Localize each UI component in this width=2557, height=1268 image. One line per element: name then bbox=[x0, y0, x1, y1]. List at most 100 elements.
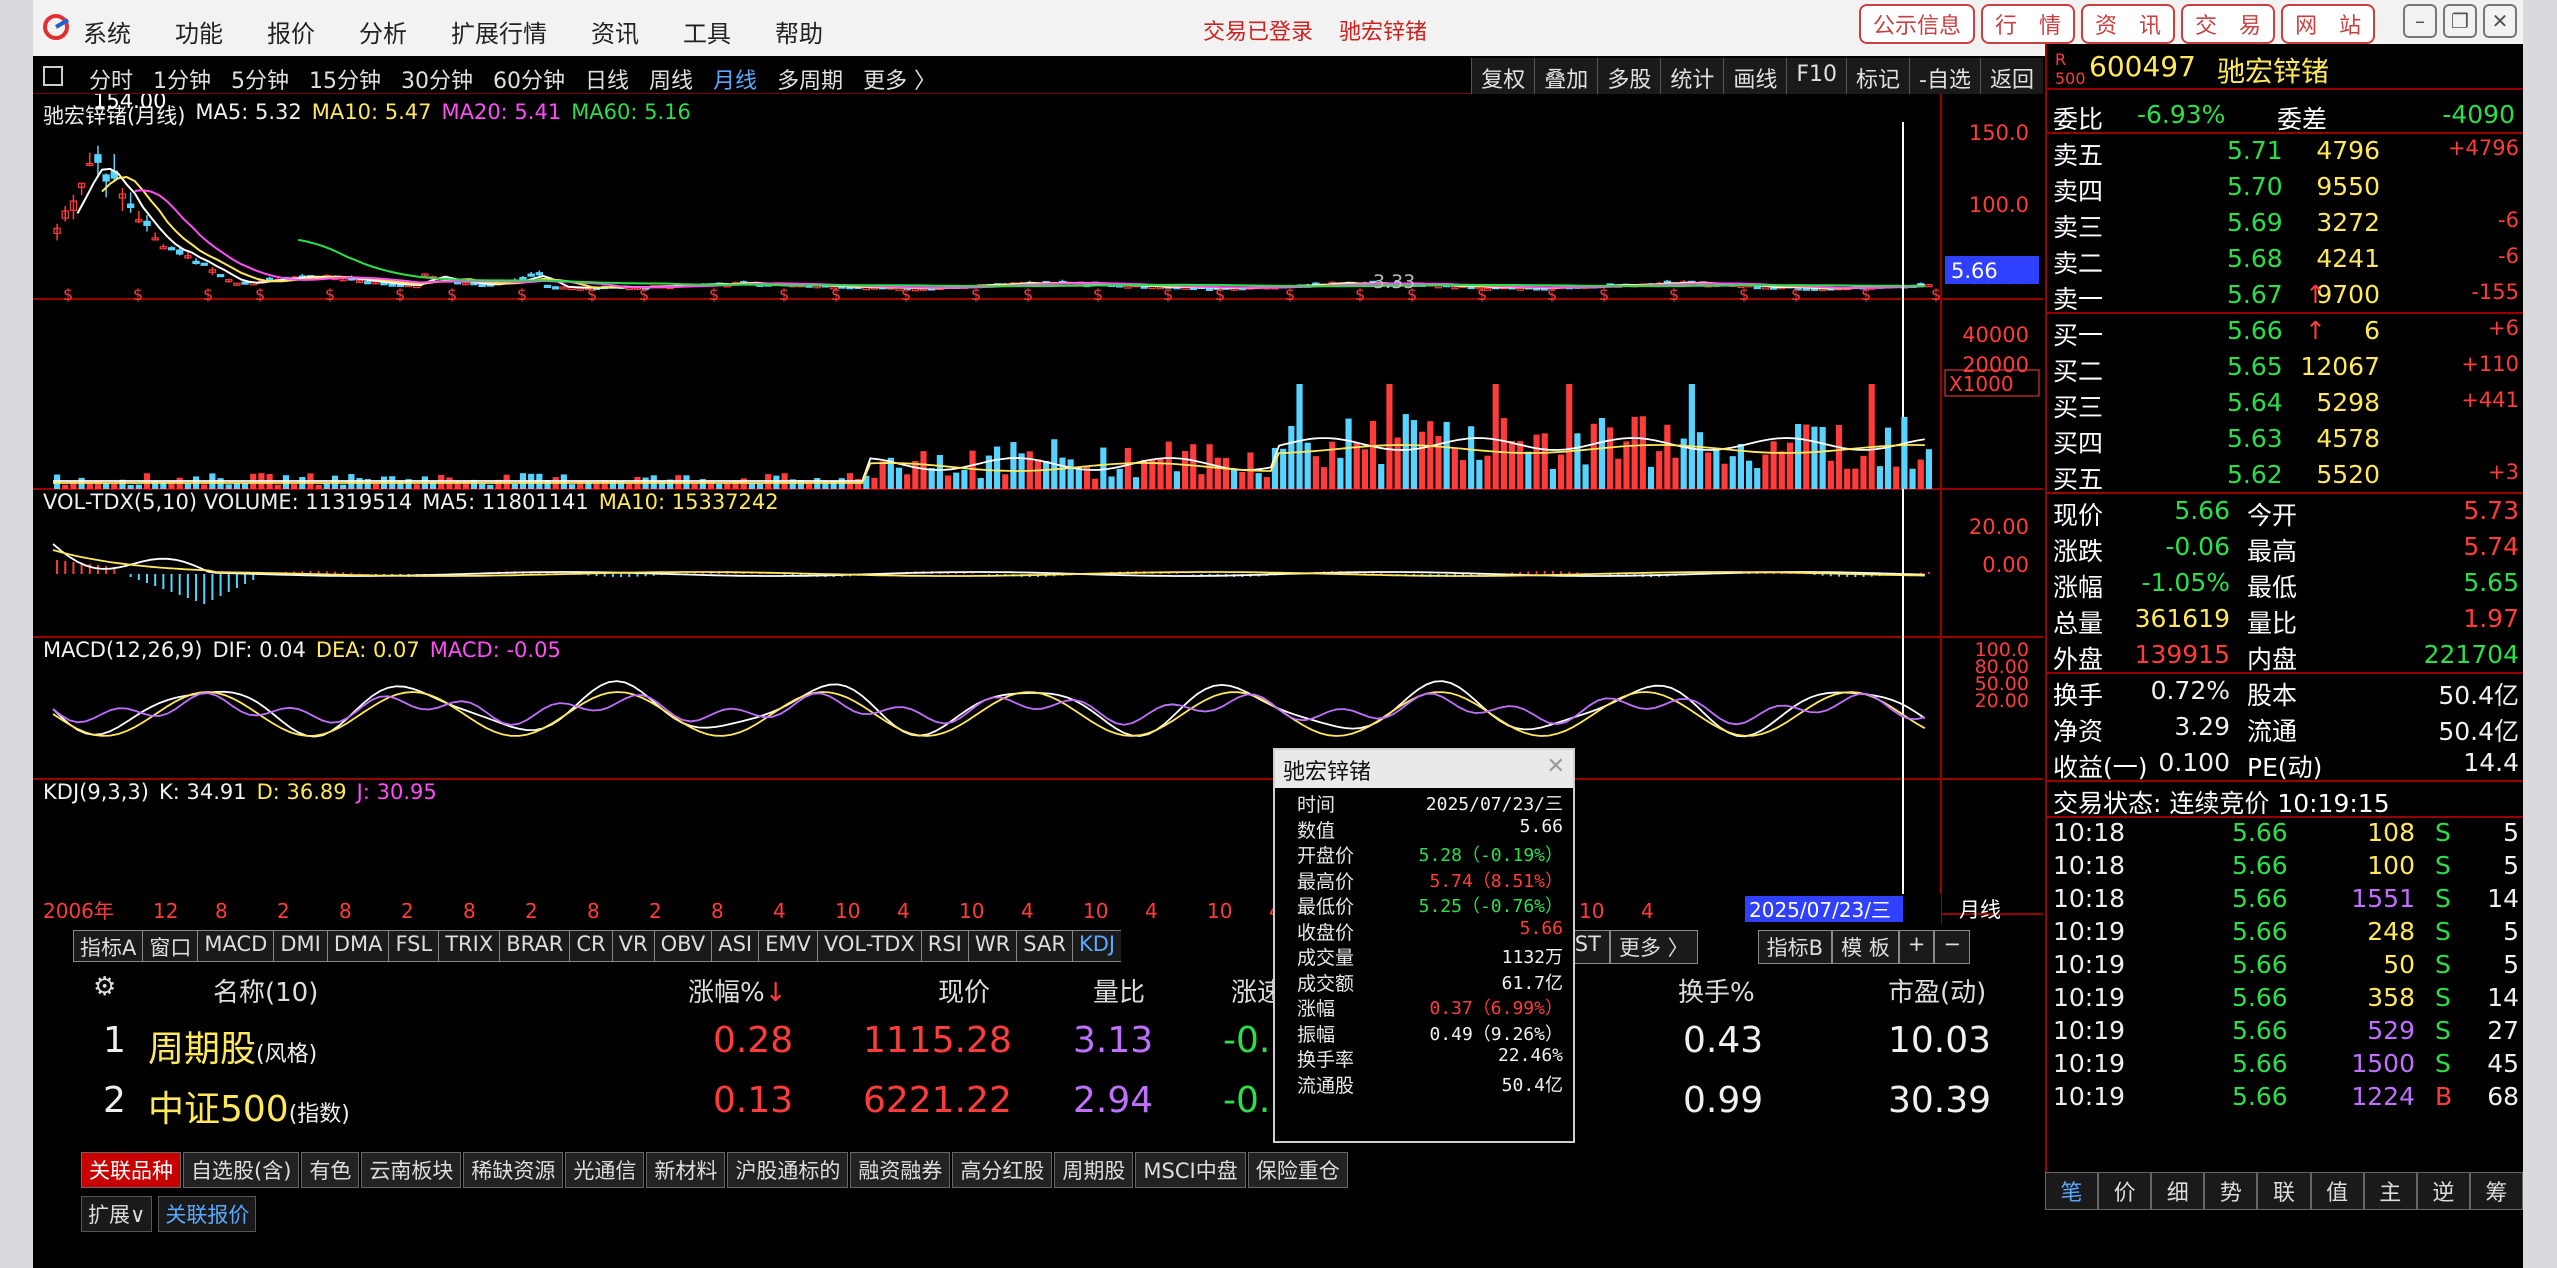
title-tab[interactable]: 行 情 bbox=[1981, 4, 2076, 44]
title-tab[interactable]: 公示信息 bbox=[1859, 4, 1976, 44]
tick-row[interactable]: 10:19 5.66 529 S 27 bbox=[2047, 1014, 2523, 1047]
chart-tool-button[interactable]: 标记 bbox=[1846, 58, 1910, 94]
tick-row[interactable]: 10:18 5.66 1551 S 14 bbox=[2047, 882, 2523, 915]
sector-tab[interactable]: 有色 bbox=[301, 1152, 360, 1188]
menu-item[interactable]: 资讯 bbox=[591, 14, 639, 49]
kline-chart-area[interactable]: 154.00 3.33 $ $ $ $ $ $ $ $ $ $ $ $ $ $ $ $ $ $ $ $ $ $ $ $ $ $ $ $ $ $… bbox=[33, 94, 2043, 924]
indicator-b-tab[interactable]: − bbox=[1934, 930, 1970, 964]
indicator-tab[interactable]: RSI bbox=[920, 930, 968, 962]
menu-item[interactable]: 报价 bbox=[267, 14, 315, 49]
indicator-tab[interactable]: 窗口 bbox=[142, 930, 198, 962]
quote-tab[interactable]: 筹 bbox=[2469, 1172, 2523, 1210]
sector-tab[interactable]: 高分红股 bbox=[952, 1152, 1053, 1188]
indicator-tab[interactable]: DMA bbox=[326, 930, 389, 962]
layout-toggle-icon[interactable] bbox=[43, 66, 63, 86]
indicator-tab[interactable]: VOL-TDX bbox=[816, 930, 921, 962]
tick-row[interactable]: 10:19 5.66 1500 S 45 bbox=[2047, 1047, 2523, 1080]
indicator-tab[interactable]: FSL bbox=[388, 930, 439, 962]
related-row[interactable]: 1 周期股(风格) 0.28 1115.28 3.13 -0.1 0.43 10.03 bbox=[73, 1012, 2043, 1072]
period-tab[interactable]: 更多 〉 bbox=[863, 63, 936, 95]
period-tab[interactable]: 15分钟 bbox=[309, 63, 381, 95]
title-tab[interactable]: 资 讯 bbox=[2081, 4, 2176, 44]
indicator-tab[interactable]: TRIX bbox=[438, 930, 500, 962]
menu-item[interactable]: 帮助 bbox=[775, 14, 823, 49]
col-pe[interactable]: 市盈(动) bbox=[1888, 972, 1986, 1009]
quote-tab[interactable]: 联 bbox=[2257, 1172, 2311, 1210]
sector-tab[interactable]: 周期股 bbox=[1054, 1152, 1134, 1188]
bottom-bar-button[interactable]: 关联报价 bbox=[158, 1196, 257, 1232]
popup-title-bar[interactable]: 驰宏锌锗 ✕ bbox=[1275, 750, 1573, 788]
col-name[interactable]: 名称(10) bbox=[213, 972, 318, 1009]
chart-tool-button[interactable]: -自选 bbox=[1909, 58, 1980, 94]
menu-item[interactable]: 扩展行情 bbox=[451, 14, 547, 49]
col-vol-ratio[interactable]: 量比 bbox=[1093, 972, 1145, 1009]
chart-tool-button[interactable]: 复权 bbox=[1471, 58, 1535, 94]
chart-tool-button[interactable]: 叠加 bbox=[1534, 58, 1598, 94]
quote-tab[interactable]: 细 bbox=[2151, 1172, 2205, 1210]
indicator-tab[interactable]: DMI bbox=[273, 930, 327, 962]
period-tab[interactable]: 1分钟 bbox=[153, 63, 211, 95]
period-tab[interactable]: 日线 bbox=[585, 63, 629, 95]
quote-tab[interactable]: 值 bbox=[2310, 1172, 2364, 1210]
sector-tab[interactable]: 沪股通标的 bbox=[727, 1152, 849, 1188]
indicator-tab[interactable]: BRAR bbox=[499, 930, 570, 962]
indicator-tab[interactable]: KDJ bbox=[1071, 930, 1122, 962]
popup-close-icon[interactable]: ✕ bbox=[1547, 754, 1565, 779]
menu-item[interactable]: 系统 bbox=[83, 14, 131, 49]
col-turnover[interactable]: 换手% bbox=[1678, 972, 1755, 1009]
tick-row[interactable]: 10:18 5.66 108 S 5 bbox=[2047, 816, 2523, 849]
period-tab[interactable]: 月线 bbox=[713, 63, 757, 95]
indicator-tab[interactable]: WR bbox=[967, 930, 1017, 962]
indicator-tab[interactable]: SAR bbox=[1016, 930, 1072, 962]
period-tab[interactable]: 30分钟 bbox=[401, 63, 473, 95]
indicator-tab[interactable]: EMV bbox=[758, 930, 817, 962]
indicator-tab[interactable]: 更多 〉 bbox=[1609, 930, 1698, 964]
bottom-bar-button[interactable]: 扩展∨ bbox=[81, 1196, 153, 1232]
related-row[interactable]: 2 中证500(指数) 0.13 6221.22 2.94 -0.1 0.99 30.39 bbox=[73, 1072, 2043, 1132]
sector-tab[interactable]: 关联品种 bbox=[81, 1152, 181, 1188]
quote-tab[interactable]: 笔 bbox=[2045, 1172, 2099, 1210]
title-tab[interactable]: 交 易 bbox=[2181, 4, 2276, 44]
indicator-b-tab[interactable]: 模 板 bbox=[1832, 930, 1899, 964]
chart-tool-button[interactable]: 统计 bbox=[1660, 58, 1724, 94]
period-tab[interactable]: 周线 bbox=[649, 63, 693, 95]
indicator-tab[interactable]: CR bbox=[569, 930, 612, 962]
restore-icon[interactable]: ❐ bbox=[2443, 4, 2477, 38]
col-change-pct[interactable]: 涨幅%↓ bbox=[688, 972, 787, 1009]
col-price[interactable]: 现价 bbox=[938, 972, 990, 1009]
sector-tab[interactable]: 融资融券 bbox=[850, 1152, 951, 1188]
sector-tab[interactable]: 自选股(含) bbox=[183, 1152, 300, 1188]
tick-row[interactable]: 10:19 5.66 248 S 5 bbox=[2047, 915, 2523, 948]
quote-tab[interactable]: 主 bbox=[2363, 1172, 2417, 1210]
indicator-tab[interactable]: ASI bbox=[711, 930, 759, 962]
sector-tab[interactable]: 光通信 bbox=[565, 1152, 645, 1188]
sector-tab[interactable]: 保险重仓 bbox=[1247, 1152, 1348, 1188]
quote-tab[interactable]: 逆 bbox=[2416, 1172, 2470, 1210]
period-tab[interactable]: 60分钟 bbox=[493, 63, 565, 95]
settings-gear-icon[interactable]: ⚙ bbox=[93, 972, 116, 1002]
sector-tab[interactable]: 新材料 bbox=[646, 1152, 726, 1188]
quote-tab[interactable]: 价 bbox=[2098, 1172, 2152, 1210]
tick-row[interactable]: 10:19 5.66 50 S 5 bbox=[2047, 948, 2523, 981]
indicator-b-tab[interactable]: 指标B bbox=[1757, 930, 1833, 964]
period-tab[interactable]: 分时 bbox=[89, 63, 133, 95]
indicator-tab[interactable]: 指标A bbox=[73, 930, 143, 962]
sector-tab[interactable]: 稀缺资源 bbox=[463, 1152, 564, 1188]
indicator-tab[interactable]: OBV bbox=[653, 930, 712, 962]
close-icon[interactable]: ✕ bbox=[2483, 4, 2517, 38]
menu-item[interactable]: 工具 bbox=[683, 14, 731, 49]
sector-tab[interactable]: MSCI中盘 bbox=[1135, 1152, 1246, 1188]
tick-row[interactable]: 10:19 5.66 1224 B 68 bbox=[2047, 1080, 2523, 1113]
menu-item[interactable]: 分析 bbox=[359, 14, 407, 49]
minimize-icon[interactable]: – bbox=[2403, 4, 2437, 38]
chart-tool-button[interactable]: 画线 bbox=[1723, 58, 1787, 94]
indicator-tab[interactable]: MACD bbox=[197, 930, 274, 962]
title-tab[interactable]: 网 站 bbox=[2281, 4, 2376, 44]
chart-tool-button[interactable]: F10 bbox=[1786, 58, 1847, 94]
tick-row[interactable]: 10:18 5.66 100 S 5 bbox=[2047, 849, 2523, 882]
sector-tab[interactable]: 云南板块 bbox=[361, 1152, 462, 1188]
indicator-tab[interactable]: VR bbox=[611, 930, 654, 962]
menu-item[interactable]: 功能 bbox=[175, 14, 223, 49]
chart-tool-button[interactable]: 返回 bbox=[1979, 58, 2043, 94]
period-tab[interactable]: 多周期 bbox=[777, 63, 843, 95]
